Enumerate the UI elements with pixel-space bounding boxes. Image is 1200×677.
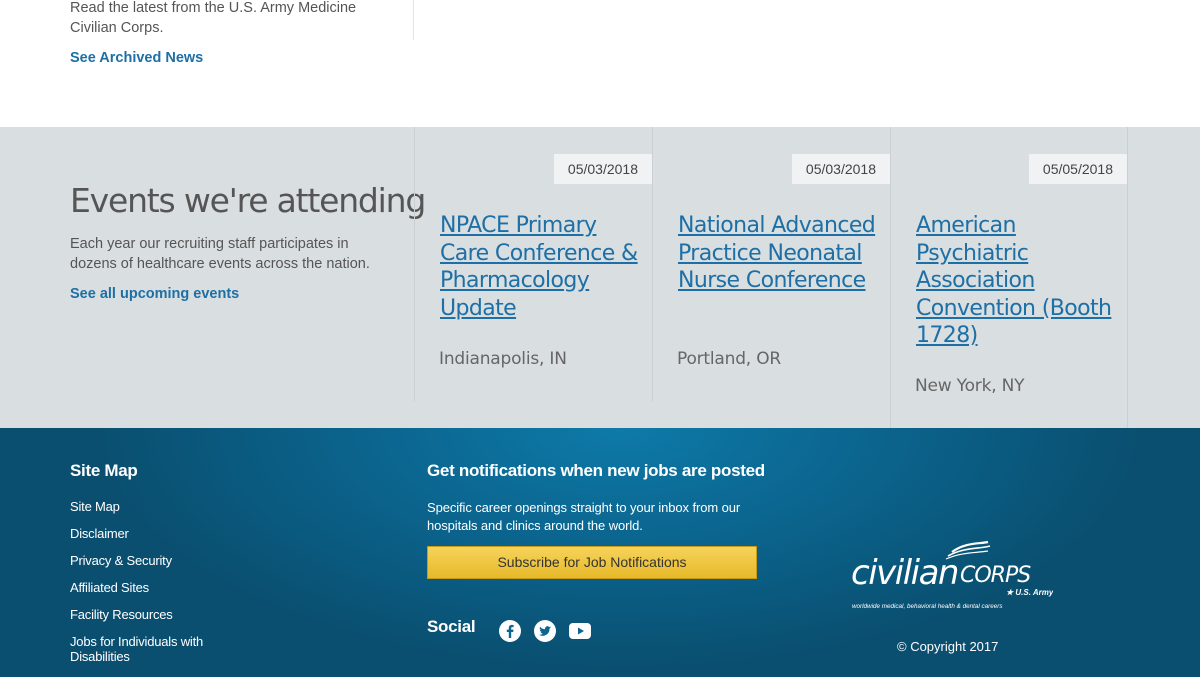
- event-card[interactable]: 05/03/2018 NPACE Primary Care Conference…: [414, 127, 652, 401]
- event-location: Indianapolis, IN: [439, 349, 567, 369]
- svg-text:★ U.S. Army: ★ U.S. Army: [1006, 588, 1053, 597]
- event-location: Portland, OR: [677, 349, 782, 369]
- see-all-events-link[interactable]: See all upcoming events: [70, 286, 239, 302]
- event-title-link[interactable]: National Advanced Practice Neonatal Nurs…: [678, 212, 883, 295]
- footer-link-facility-resources[interactable]: Facility Resources: [70, 607, 210, 622]
- civilian-corps-logo: civilian CORPS ★ U.S. Army worldwide med…: [851, 540, 1053, 610]
- events-description: Each year our recruiting staff participa…: [70, 236, 370, 272]
- notifications-heading: Get notifications when new jobs are post…: [427, 461, 765, 480]
- svg-text:civilian: civilian: [851, 553, 958, 593]
- sitemap-links: Site Map Disclaimer Privacy & Security A…: [70, 499, 210, 675]
- youtube-icon[interactable]: [568, 619, 592, 643]
- subscribe-job-notifications-button[interactable]: Subscribe for Job Notifications: [427, 546, 757, 579]
- news-description: Read the latest from the U.S. Army Medic…: [70, 0, 357, 36]
- sitemap-heading: Site Map: [70, 461, 138, 480]
- news-section: Read the latest from the U.S. Army Medic…: [0, 0, 1200, 127]
- footer-link-jobs-disabilities[interactable]: Jobs for Individuals with Disabilities: [70, 634, 210, 664]
- event-title-link[interactable]: American Psychiatric Association Convent…: [916, 212, 1121, 350]
- events-section: Events we're attending Each year our rec…: [0, 127, 1200, 428]
- event-location: New York, NY: [915, 376, 1025, 396]
- twitter-icon[interactable]: [533, 619, 557, 643]
- footer-link-site-map[interactable]: Site Map: [70, 499, 210, 514]
- event-title-link[interactable]: NPACE Primary Care Conference & Pharmaco…: [440, 212, 645, 322]
- events-heading: Events we're attending: [70, 181, 426, 220]
- svg-text:CORPS: CORPS: [960, 563, 1031, 588]
- notifications-description: Specific career openings straight to you…: [427, 500, 741, 533]
- see-archived-news-link[interactable]: See Archived News: [70, 50, 203, 66]
- footer-link-privacy-security[interactable]: Privacy & Security: [70, 553, 210, 568]
- social-label: Social: [427, 617, 476, 636]
- site-footer: Site Map Site Map Disclaimer Privacy & S…: [0, 428, 1200, 677]
- footer-link-affiliated-sites[interactable]: Affiliated Sites: [70, 580, 210, 595]
- event-card[interactable]: 05/05/2018 American Psychiatric Associat…: [890, 127, 1128, 428]
- event-date-badge: 05/05/2018: [1028, 154, 1127, 184]
- event-date-badge: 05/03/2018: [791, 154, 890, 184]
- event-card[interactable]: 05/03/2018 National Advanced Practice Ne…: [652, 127, 890, 401]
- facebook-icon[interactable]: [498, 619, 522, 643]
- copyright-text: © Copyright 2017: [897, 639, 999, 654]
- event-date-badge: 05/03/2018: [553, 154, 652, 184]
- footer-link-disclaimer[interactable]: Disclaimer: [70, 526, 210, 541]
- column-divider: [413, 0, 414, 40]
- svg-text:worldwide medical, behavioral: worldwide medical, behavioral health & d…: [852, 603, 1003, 610]
